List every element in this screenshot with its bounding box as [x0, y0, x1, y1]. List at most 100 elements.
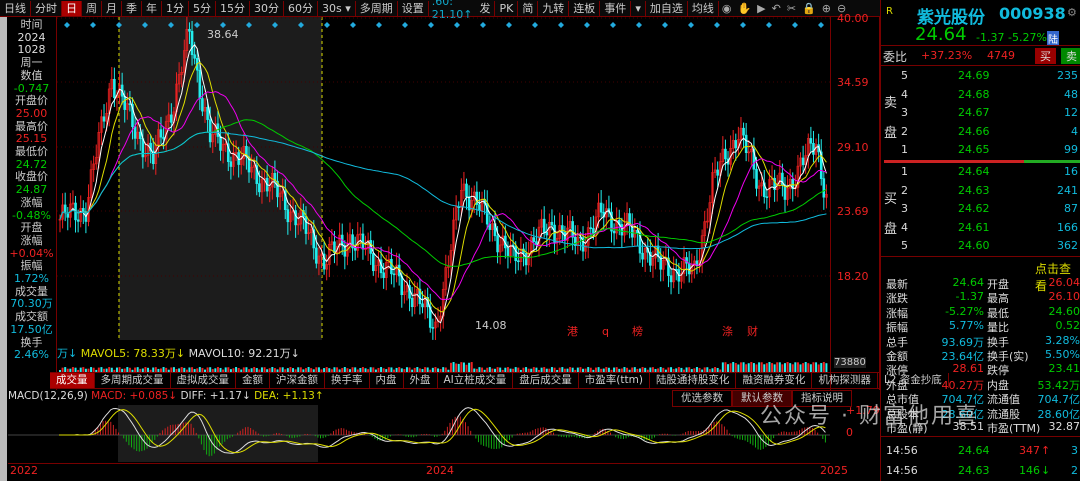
candle — [724, 148, 727, 160]
book-price: 24.69 — [958, 69, 990, 82]
period-button[interactable]: 30分 — [250, 0, 284, 16]
indicator-tab[interactable]: 机构探测器 — [812, 373, 878, 388]
zoom-in-icon[interactable]: ⊕ — [819, 1, 834, 16]
volume-bar — [763, 364, 766, 372]
volume-bar — [825, 363, 828, 372]
volume-bar — [786, 362, 789, 372]
period-button[interactable]: 15分 — [216, 0, 250, 16]
candle — [478, 204, 481, 211]
toolbar-button[interactable]: 简 — [518, 0, 539, 16]
toolbar-button[interactable]: 均线 — [688, 0, 719, 16]
indicator-tab[interactable]: 盘后成交量 — [513, 373, 579, 388]
candle — [550, 221, 554, 226]
event-marker — [454, 22, 460, 28]
candle — [188, 28, 191, 32]
candle — [193, 54, 196, 59]
chart-annotation: 榜 — [632, 324, 643, 338]
price-change-pct: -5.27% — [1008, 31, 1047, 44]
toolbar-button[interactable]: PK — [495, 0, 519, 16]
indicator-tab[interactable]: 内盘 — [370, 373, 404, 388]
event-marker — [610, 22, 616, 28]
period-button[interactable]: 30s ▾ — [318, 0, 356, 16]
book-level: 1 — [901, 165, 908, 178]
book-price: 24.68 — [958, 87, 990, 101]
indicator-tab[interactable]: 陆股通持股变化 — [650, 373, 737, 388]
volume-bar — [468, 362, 471, 372]
scissors-icon[interactable]: ✂ — [784, 1, 799, 16]
indicator-tab[interactable]: 成交量 — [50, 373, 95, 388]
period-button[interactable]: 5分 — [189, 0, 216, 16]
period-button[interactable]: 1分 — [162, 0, 189, 16]
weibi-label: 委比 — [883, 50, 908, 64]
indicator-tab[interactable]: 换手率 — [325, 373, 370, 388]
indicator-tab[interactable]: 虚拟成交量 — [171, 373, 236, 388]
period-button[interactable]: 周 — [82, 0, 102, 16]
buy-button[interactable]: 买 — [1035, 48, 1056, 64]
period-button[interactable]: 分时 — [31, 0, 62, 16]
tick-price: 24.64 — [958, 444, 990, 457]
candle — [170, 114, 173, 123]
indicator-tab[interactable]: 沪深金额 — [270, 373, 325, 388]
period-button[interactable]: 多周期 — [356, 0, 398, 16]
selection-range — [118, 405, 318, 462]
indicator-tab[interactable]: AI立桩成交量 — [438, 373, 514, 388]
book-volume: 235 — [1057, 69, 1078, 82]
event-marker — [792, 22, 798, 28]
indicator-tab[interactable]: 市盈率(ttm) — [579, 373, 650, 388]
event-marker — [428, 22, 434, 28]
event-marker — [402, 22, 408, 28]
period-button[interactable]: 设置 — [398, 0, 429, 16]
volume-bar — [758, 362, 761, 372]
tick-price: 24.63 — [958, 464, 990, 477]
book-volume: 99 — [1064, 143, 1078, 156]
volume-bar — [449, 362, 452, 372]
tick-direction-icon: ↓ — [1041, 464, 1051, 477]
volume-bar — [745, 364, 748, 372]
toolbar-button[interactable]: 事件 — [600, 0, 632, 16]
indicator-tab[interactable]: 外盘 — [404, 373, 438, 388]
hand-icon[interactable]: ✋ — [734, 1, 754, 16]
volume-bar — [455, 363, 458, 372]
toolbar-button[interactable]: ▾ — [631, 0, 646, 16]
volume-bar — [791, 364, 794, 372]
candle — [286, 209, 290, 223]
settings-icon[interactable]: ⚙ — [1067, 6, 1077, 19]
book-volume: 16 — [1064, 165, 1078, 178]
macd-chart[interactable] — [8, 405, 830, 462]
info-line: 17.50亿 — [10, 322, 53, 336]
undo-icon[interactable]: ↶ — [769, 1, 784, 16]
toolbar-button[interactable]: 九转 — [538, 0, 570, 16]
indicator-tab[interactable]: 金额 — [236, 373, 270, 388]
last-price: 24.64 — [915, 24, 967, 45]
toolbar-button[interactable]: 加自选 — [646, 0, 688, 16]
volume-bar — [465, 364, 468, 372]
left-side-strip[interactable] — [0, 17, 7, 481]
period-button[interactable]: 年 — [142, 0, 162, 16]
sell-button[interactable]: 卖 — [1061, 48, 1080, 64]
lock-icon[interactable]: 🔒 — [799, 1, 819, 16]
book-volume: 4 — [1071, 124, 1078, 138]
kline-chart[interactable]: 38.64 14.08 港 q 榜 涤财 — [57, 17, 830, 340]
candle — [465, 183, 468, 197]
tick-time: 14:56 — [886, 444, 918, 457]
period-button[interactable]: 月 — [102, 0, 122, 16]
watermark: 公众号 · 财富他用喜 — [760, 404, 979, 429]
event-marker — [376, 22, 382, 28]
indicator-tab[interactable]: 融资融券变化 — [736, 373, 813, 388]
toolbar-button[interactable]: 发 — [475, 0, 496, 16]
period-button[interactable]: 日 — [62, 0, 82, 16]
crosshair-info-panel: 时间 2024 1028 周一 数值 -0.747 开盘价 25.00 最高价 25.15 最低价 2… — [7, 17, 57, 390]
period-button[interactable]: 季 — [122, 0, 142, 16]
period-button[interactable]: 日线 — [0, 0, 31, 16]
candle — [514, 246, 518, 262]
y-tick: 18.20 — [837, 270, 869, 283]
indicator-tab[interactable]: 多周期成交量 — [95, 373, 171, 388]
play-icon[interactable]: ▶ — [754, 1, 768, 16]
eye-icon[interactable]: ◉ — [719, 1, 735, 16]
volume-bar — [460, 362, 463, 372]
candle — [812, 143, 815, 155]
event-marker — [766, 22, 772, 28]
candle — [542, 218, 546, 233]
period-button[interactable]: 60分 — [284, 0, 318, 16]
toolbar-button[interactable]: 连板 — [569, 0, 601, 16]
